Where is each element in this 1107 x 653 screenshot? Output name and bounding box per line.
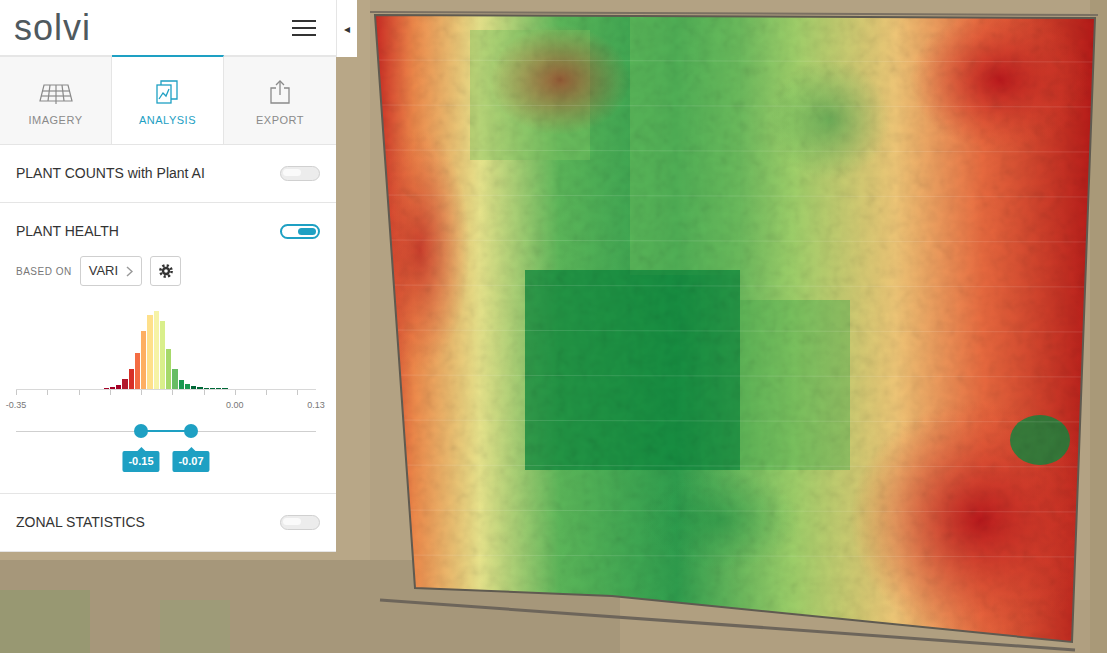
tab-label[interactable]: IMAGERY bbox=[28, 115, 82, 126]
index-row: BASED ON VARI bbox=[16, 256, 320, 286]
toggle-switch[interactable] bbox=[280, 515, 320, 530]
tick-mark bbox=[172, 390, 173, 395]
analysis-sections: PLANT COUNTS with Plant AI PLANT HEALTH BA… bbox=[0, 145, 336, 552]
tab-bar: IMAGERY ANALYSIS EXPORT bbox=[0, 55, 336, 145]
tab[interactable]: IMAGERY bbox=[0, 55, 112, 144]
histogram-bar bbox=[222, 388, 227, 389]
index-select-button[interactable]: VARI bbox=[80, 256, 142, 286]
tab-label[interactable]: EXPORT bbox=[256, 115, 304, 126]
toggle-switch[interactable] bbox=[280, 166, 320, 181]
histogram-bar bbox=[141, 331, 146, 389]
tick-mark bbox=[79, 390, 80, 395]
value-badge: -0.07 bbox=[172, 451, 209, 472]
tick-mark bbox=[141, 390, 142, 395]
value-label: -0.15 bbox=[122, 451, 159, 472]
histogram-bar bbox=[147, 315, 152, 389]
toggle-switch[interactable] bbox=[280, 224, 320, 239]
collapse-panel-button[interactable]: ◂ bbox=[336, 0, 357, 57]
value-label: -0.07 bbox=[172, 451, 209, 472]
histogram-bar bbox=[216, 388, 221, 389]
histogram-bar bbox=[160, 321, 165, 389]
toggle-knob bbox=[283, 169, 301, 176]
based-on-label: BASED ON bbox=[16, 264, 72, 279]
histogram-bar bbox=[191, 386, 196, 389]
histogram-bar bbox=[110, 387, 115, 389]
section-title: ZONAL STATISTICS bbox=[16, 512, 153, 533]
tick-mark bbox=[204, 390, 205, 395]
analysis-section: PLANT COUNTS with Plant AI bbox=[0, 145, 336, 203]
analysis-chart-icon bbox=[155, 79, 181, 105]
plant-health-panel: BASED ONVARI-0.350.000.13-0.15-0.07 bbox=[0, 253, 336, 493]
range-slider[interactable] bbox=[16, 421, 316, 441]
tick-mark bbox=[235, 390, 236, 395]
analysis-chart-icon bbox=[155, 79, 181, 105]
section-header[interactable]: PLANT COUNTS with Plant AI bbox=[0, 145, 336, 202]
histogram-bar bbox=[154, 311, 159, 389]
histogram-bar bbox=[197, 387, 202, 389]
histogram-bar bbox=[129, 369, 134, 389]
axis-ticks bbox=[16, 390, 316, 396]
toggle-knob bbox=[298, 228, 316, 235]
section-title: PLANT HEALTH bbox=[16, 221, 127, 242]
histogram-bar bbox=[104, 388, 109, 389]
section-title: PLANT COUNTS with Plant AI bbox=[16, 163, 213, 184]
hamburger-menu-icon[interactable] bbox=[292, 19, 316, 37]
histogram-bar bbox=[210, 388, 215, 389]
tick-mark bbox=[47, 390, 48, 395]
tab[interactable]: ANALYSIS bbox=[112, 55, 224, 144]
export-share-icon bbox=[269, 79, 291, 105]
logo[interactable]: solvi bbox=[14, 10, 91, 46]
tick-mark bbox=[110, 390, 111, 395]
tab[interactable]: EXPORT bbox=[224, 55, 336, 144]
panel-header: solvi bbox=[0, 0, 336, 55]
settings-button[interactable] bbox=[150, 256, 181, 286]
axis-label: 0.13 bbox=[307, 401, 325, 410]
histogram-bar bbox=[185, 384, 190, 389]
solar-panel-icon bbox=[38, 83, 74, 105]
histogram bbox=[16, 300, 316, 390]
slider-handle[interactable] bbox=[184, 424, 198, 438]
tick-mark bbox=[297, 390, 298, 395]
axis-labels: -0.350.000.13 bbox=[16, 401, 316, 415]
value-badge: -0.15 bbox=[122, 451, 159, 472]
analysis-section: ZONAL STATISTICS bbox=[0, 494, 336, 552]
histogram-bar bbox=[179, 380, 184, 389]
toggle-knob bbox=[283, 518, 301, 525]
histogram-bar bbox=[116, 385, 121, 389]
histogram-bar bbox=[172, 369, 177, 389]
analysis-section: PLANT HEALTHBASED ONVARI-0.350.000.13-0.… bbox=[0, 203, 336, 494]
index-name[interactable]: VARI bbox=[89, 261, 118, 281]
histogram-bar bbox=[135, 353, 140, 389]
tick-mark bbox=[266, 390, 267, 395]
tick-mark bbox=[16, 390, 17, 395]
collapse-glyph[interactable]: ◂ bbox=[344, 23, 350, 35]
slider-handle[interactable] bbox=[134, 424, 148, 438]
axis-label: -0.35 bbox=[6, 401, 27, 410]
histogram-bar bbox=[166, 349, 171, 389]
solar-panel-icon bbox=[38, 79, 74, 105]
gear-icon bbox=[159, 264, 173, 278]
export-share-icon bbox=[269, 79, 291, 105]
section-header[interactable]: ZONAL STATISTICS bbox=[0, 494, 336, 551]
tab-label[interactable]: ANALYSIS bbox=[139, 115, 196, 126]
side-panel: solvi IMAGERY ANALYSIS EXPORT PLANT COUNTS… bbox=[0, 0, 336, 552]
slider-value-badges: -0.15 -0.07 bbox=[16, 441, 316, 473]
histogram-bar bbox=[122, 379, 127, 389]
axis-label: 0.00 bbox=[226, 401, 244, 410]
histogram-bar bbox=[204, 388, 209, 389]
chevron-right-icon bbox=[126, 266, 133, 277]
section-header[interactable]: PLANT HEALTH bbox=[0, 203, 336, 253]
